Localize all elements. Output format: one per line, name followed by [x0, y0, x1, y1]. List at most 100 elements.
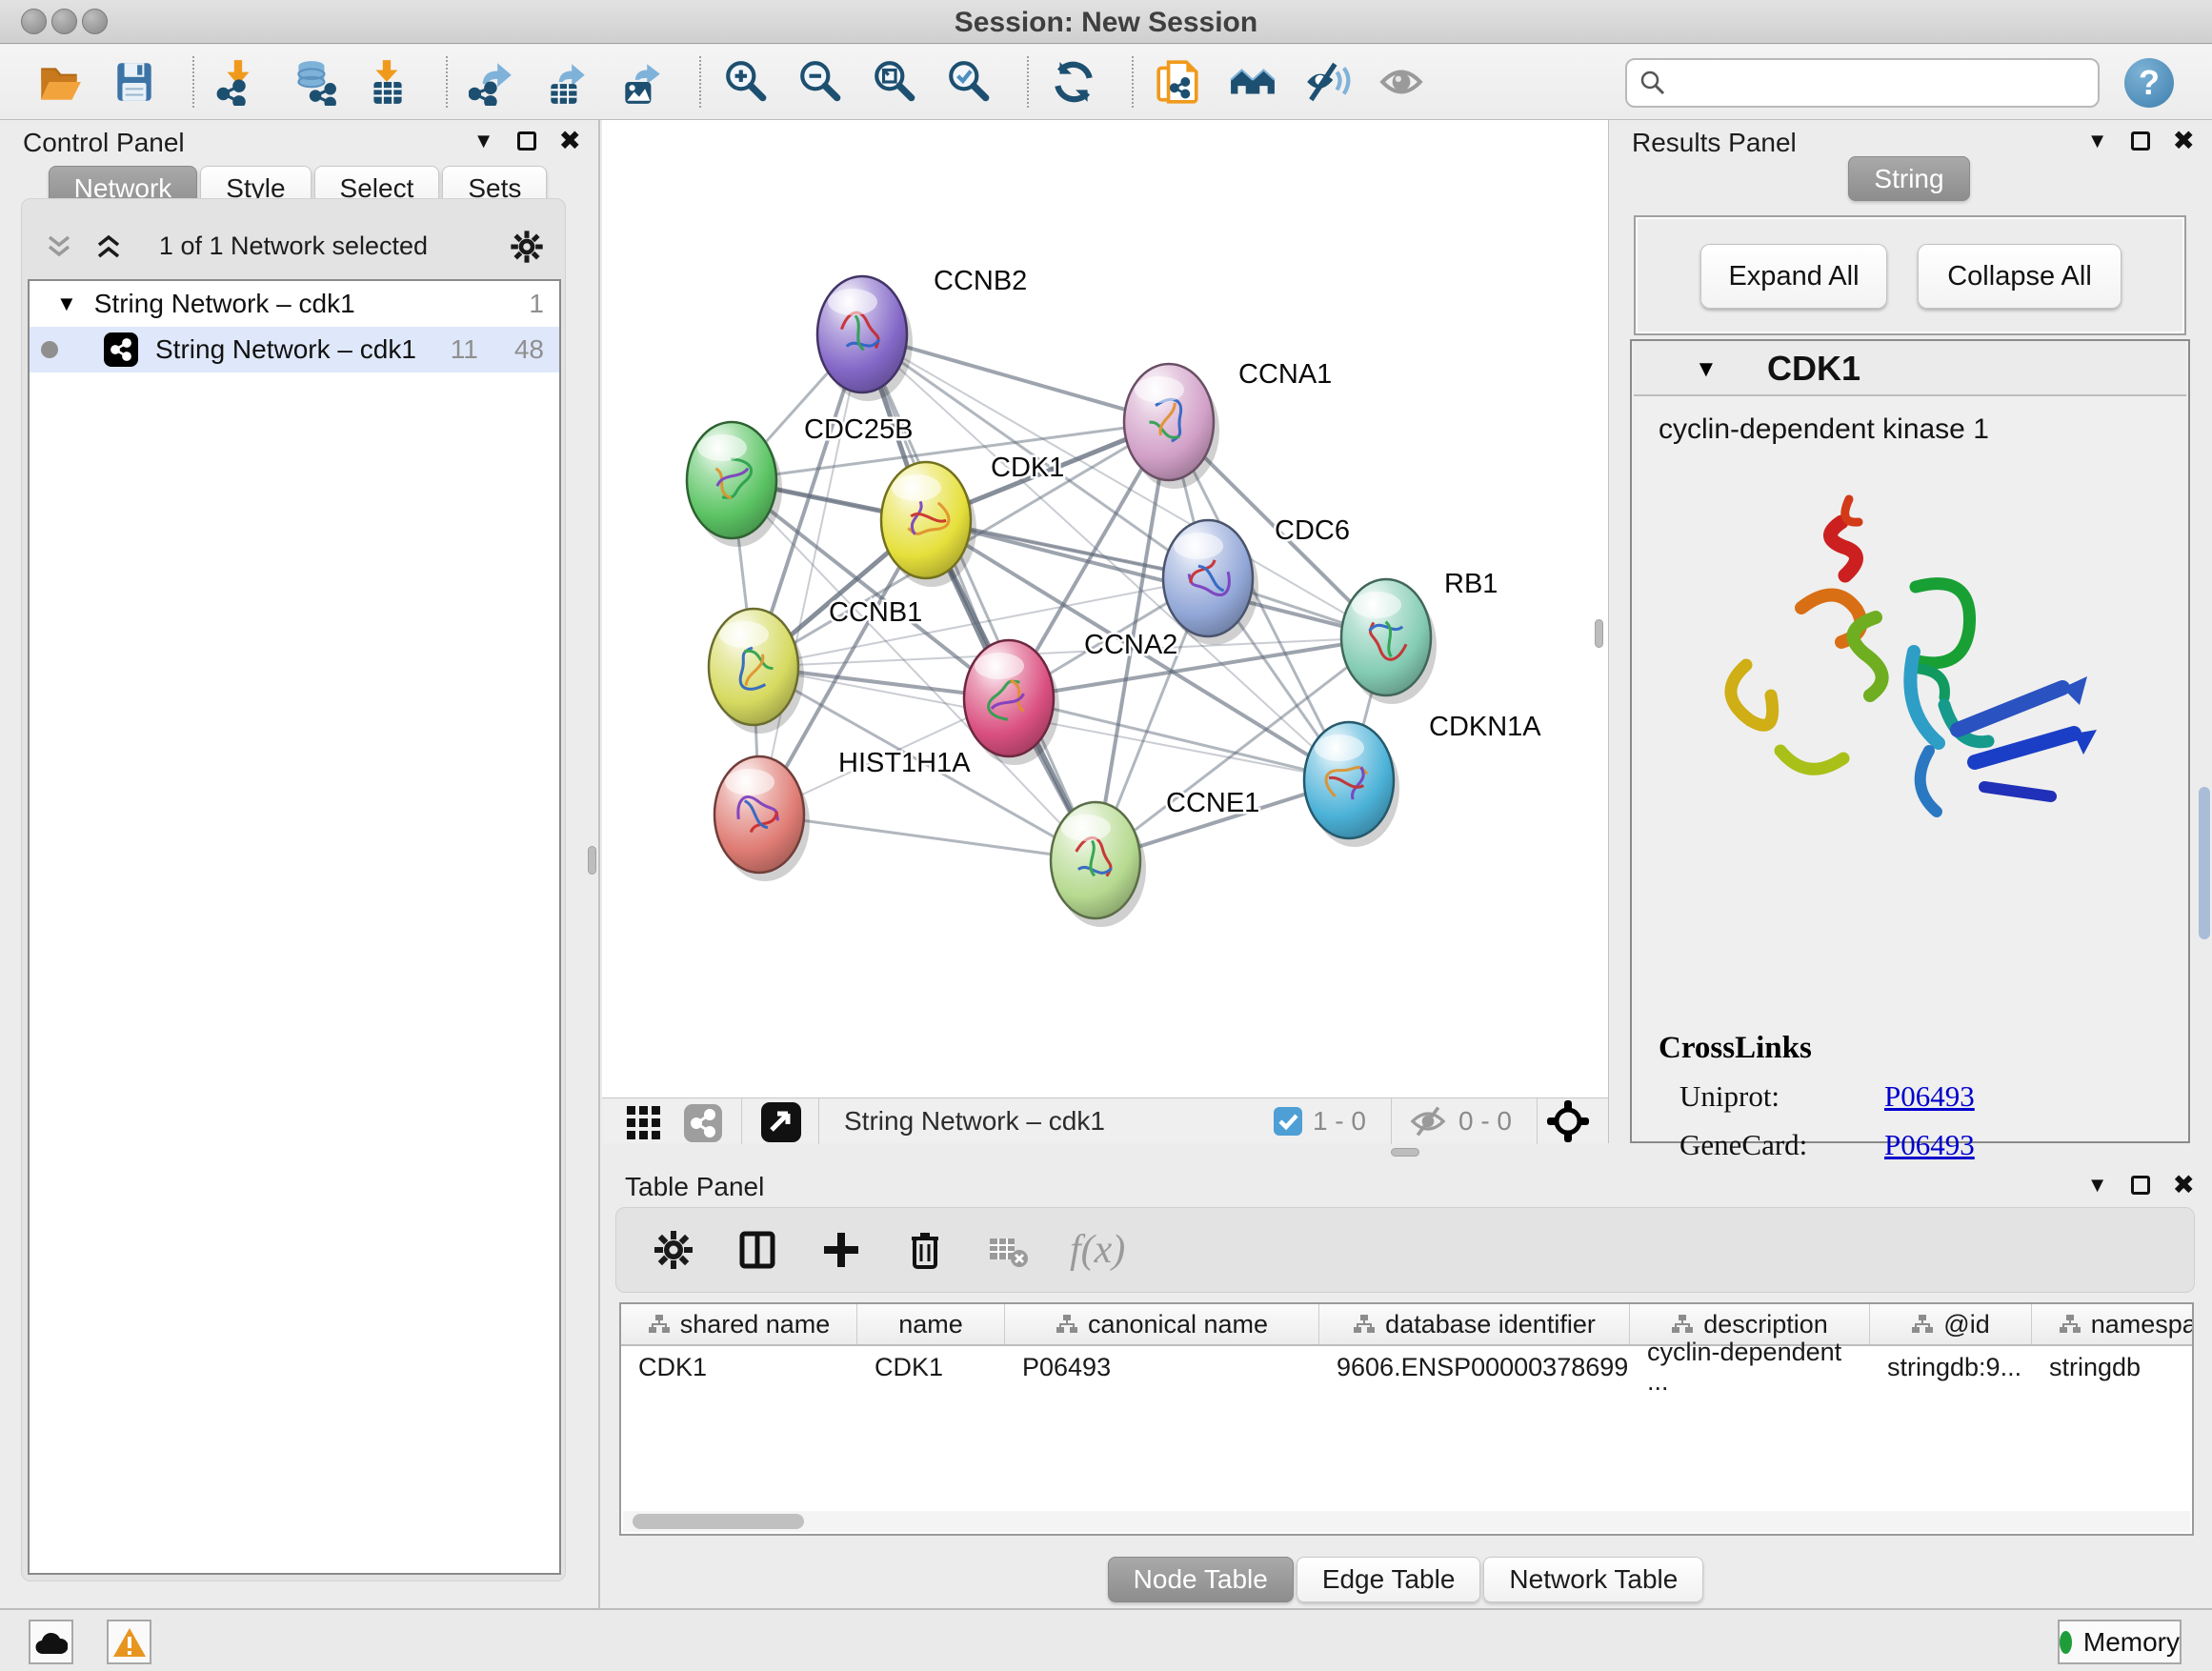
network-node-CDC6[interactable] [1163, 520, 1258, 645]
selected-checkbox-icon[interactable] [1273, 1106, 1303, 1137]
network-node-CCNE1[interactable] [1051, 802, 1146, 927]
import-network-icon[interactable] [215, 58, 263, 106]
network-edge[interactable] [1009, 698, 1349, 780]
show-columns-icon[interactable] [734, 1227, 780, 1273]
scrollbar-thumb[interactable] [633, 1514, 804, 1529]
delete-table-icon[interactable] [986, 1227, 1032, 1273]
column-header-database-identifier[interactable]: database identifier [1319, 1304, 1630, 1344]
import-database-icon[interactable] [290, 58, 337, 106]
toolbar-separator [1027, 56, 1029, 108]
node-label-RB1: RB1 [1444, 569, 1498, 599]
column-header-shared-name[interactable]: shared name [621, 1304, 857, 1344]
clone-network-icon[interactable] [1155, 58, 1202, 106]
panel-menu-icon[interactable]: ▼ [2087, 129, 2108, 153]
node-label-CDC25B: CDC25B [804, 414, 913, 445]
view-grid-icon[interactable] [621, 1098, 667, 1144]
zoom-fit-icon[interactable] [871, 58, 918, 106]
birdseye-view-icon[interactable] [757, 1098, 803, 1144]
panel-menu-icon[interactable]: ▼ [473, 129, 494, 153]
cloud-button[interactable] [29, 1620, 73, 1664]
tab-node-table[interactable]: Node Table [1108, 1557, 1294, 1602]
show-all-icon[interactable] [1377, 58, 1425, 106]
help-button[interactable]: ? [2124, 58, 2174, 108]
table-settings-gear-icon[interactable] [651, 1227, 696, 1273]
table-panel-header: Table Panel ▼ ✖ [602, 1164, 2212, 1208]
panel-close-icon[interactable]: ✖ [559, 128, 581, 154]
table-cell[interactable]: stringdb:9... [1870, 1346, 2032, 1388]
tab-network-table[interactable]: Network Table [1483, 1557, 1703, 1602]
network-node-CCNB1[interactable] [709, 609, 804, 734]
collapse-all-button[interactable]: Collapse All [1918, 244, 2122, 309]
home-layout-icon[interactable] [1229, 58, 1277, 106]
network-edge[interactable] [759, 334, 862, 815]
open-session-icon[interactable] [36, 58, 84, 106]
import-table-icon[interactable] [364, 58, 412, 106]
hierarchy-icon [648, 1314, 671, 1335]
save-session-icon[interactable] [111, 58, 158, 106]
network-tree-row[interactable]: String Network – cdk11148 [30, 327, 559, 372]
network-canvas[interactable]: CCNB2CCNA1CDC25BCDK1CDC6RB1CCNB1CCNA2CDK… [602, 120, 1608, 1143]
panel-close-icon[interactable]: ✖ [2173, 1172, 2195, 1198]
protein-description: cyclin-dependent kinase 1 [1659, 413, 1989, 446]
table-cell[interactable]: CDK1 [621, 1346, 857, 1388]
column-header-name[interactable]: name [857, 1304, 1005, 1344]
memory-button[interactable]: Memory [2058, 1620, 2182, 1664]
crosslink-link[interactable]: P06493 [1884, 1128, 1975, 1162]
table-cell[interactable]: CDK1 [857, 1346, 1005, 1388]
table-row[interactable]: CDK1CDK1P064939606.ENSP00000378699cyclin… [621, 1346, 2194, 1388]
network-node-CCNA2[interactable] [964, 640, 1059, 765]
zoom-out-icon[interactable] [796, 58, 844, 106]
search-icon [1639, 69, 1667, 97]
panel-float-icon[interactable] [2131, 1176, 2150, 1195]
main-toolbar: ? [0, 45, 2212, 120]
network-node-RB1[interactable] [1341, 579, 1437, 704]
panel-float-icon[interactable] [2131, 131, 2150, 151]
tab-edge-table[interactable]: Edge Table [1297, 1557, 1481, 1602]
memory-status-icon [2060, 1631, 2072, 1654]
column-header-canonical-name[interactable]: canonical name [1005, 1304, 1319, 1344]
add-column-icon[interactable] [818, 1227, 864, 1273]
crosslink-link[interactable]: P06493 [1884, 1079, 1975, 1114]
network-node-HIST1H1A[interactable] [714, 756, 810, 881]
export-table-icon[interactable] [543, 58, 591, 106]
table-horizontal-scrollbar [623, 1511, 2190, 1532]
search-input[interactable] [1667, 69, 2077, 98]
network-node-CCNA1[interactable] [1124, 364, 1219, 489]
table-cell[interactable]: P06493 [1005, 1346, 1319, 1388]
network-tree-row[interactable]: ▼String Network – cdk11 [30, 281, 559, 327]
network-node-CCNB2[interactable] [817, 276, 913, 401]
results-scrollbar-thumb[interactable] [2199, 787, 2210, 939]
panel-menu-icon[interactable]: ▼ [2087, 1173, 2108, 1198]
column-header-namespace[interactable]: namespace [2032, 1304, 2194, 1344]
horizontal-splitter-handle[interactable] [1391, 1148, 1419, 1157]
export-image-icon[interactable] [617, 58, 665, 106]
column-header-@id[interactable]: @id [1870, 1304, 2032, 1344]
hide-selected-icon[interactable] [1303, 58, 1351, 106]
panel-float-icon[interactable] [517, 131, 536, 151]
table-cell[interactable]: 9606.ENSP00000378699 [1319, 1346, 1630, 1388]
warning-button[interactable] [107, 1620, 151, 1664]
right-splitter-handle[interactable] [1595, 619, 1603, 648]
protein-section-header[interactable]: ▼ CDK1 [1634, 341, 2186, 396]
delete-column-icon[interactable] [902, 1227, 948, 1273]
table-cell[interactable]: stringdb [2032, 1346, 2194, 1388]
table-cell[interactable]: cyclin-dependent ... [1630, 1346, 1870, 1388]
refresh-icon[interactable] [1050, 58, 1097, 106]
zoom-in-icon[interactable] [722, 58, 770, 106]
expand-all-button[interactable]: Expand All [1700, 244, 1887, 309]
network-tree: ▼String Network – cdk11String Network – … [28, 279, 561, 1575]
network-node-CDK1[interactable] [881, 462, 976, 587]
panel-close-icon[interactable]: ✖ [2173, 128, 2195, 154]
collection-count: 1 [529, 289, 544, 318]
fit-selected-icon[interactable] [1545, 1098, 1591, 1144]
left-splitter-handle[interactable] [588, 846, 596, 875]
gear-icon[interactable] [508, 228, 546, 266]
view-network-icon[interactable] [680, 1098, 726, 1144]
collapse-section-icon[interactable]: ▼ [1695, 356, 1718, 383]
tree-expand-icon[interactable]: ▼ [56, 292, 77, 316]
network-node-CDKN1A[interactable] [1304, 722, 1399, 847]
tab-string[interactable]: String [1848, 156, 1969, 201]
export-network-icon[interactable] [469, 58, 516, 106]
zoom-selected-icon[interactable] [945, 58, 993, 106]
function-builder-icon[interactable]: f(x) [1070, 1227, 1125, 1273]
